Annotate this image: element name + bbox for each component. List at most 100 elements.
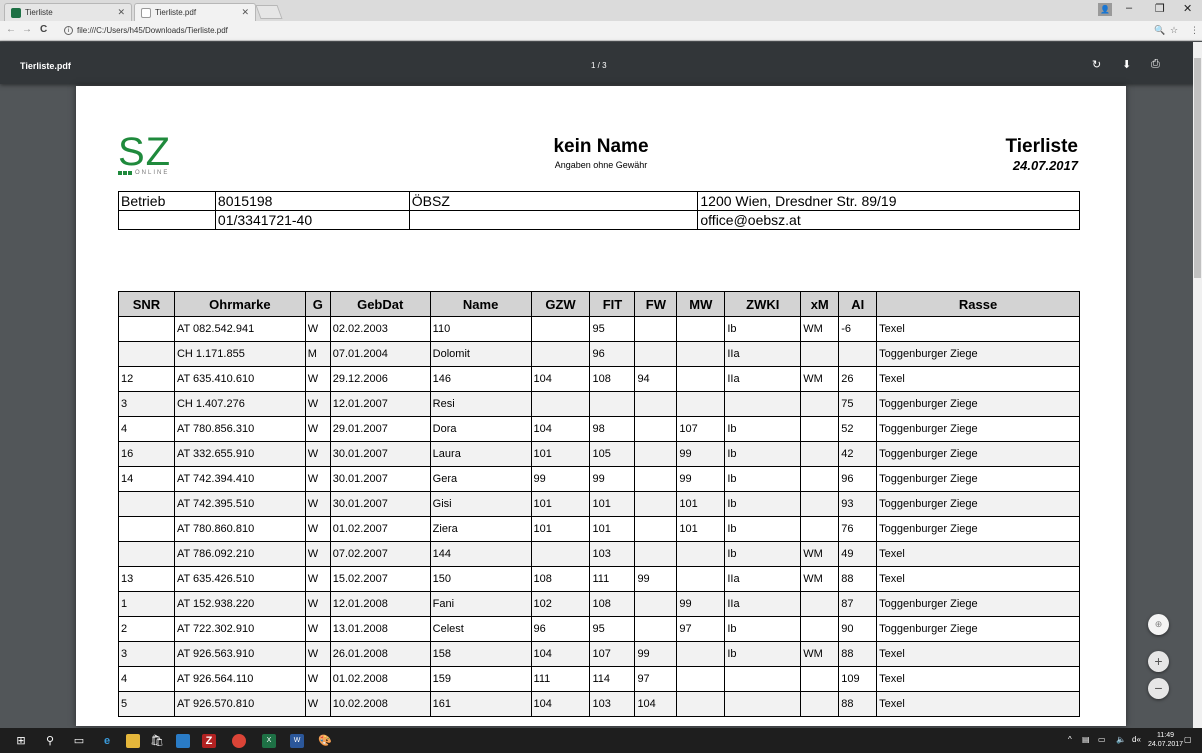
column-header: FW xyxy=(634,291,678,317)
table-cell: CH 1.407.276 xyxy=(173,391,306,417)
logo-subtitle: ONLINE xyxy=(118,170,171,176)
tab-title: Tierliste.pdf xyxy=(155,8,197,17)
owner-name: kein Name xyxy=(553,136,649,157)
search-icon[interactable]: ⚲ xyxy=(43,734,57,748)
minimize-icon[interactable]: – xyxy=(1126,2,1132,14)
table-cell xyxy=(724,691,802,717)
word-icon[interactable]: W xyxy=(290,734,304,748)
print-icon[interactable]: ⎙ xyxy=(1151,58,1160,71)
table-cell: 114 xyxy=(589,666,636,692)
maximize-icon[interactable]: ❐ xyxy=(1155,2,1165,15)
table-cell: Ziera xyxy=(429,516,532,542)
table-cell xyxy=(530,541,591,567)
zoom-icon[interactable]: 🔍 xyxy=(1154,25,1165,36)
scrollbar-thumb[interactable] xyxy=(1194,58,1201,278)
table-row: AT 082.542.941 W 02.02.2003 110 95 Ib WM -6 Texe… xyxy=(118,316,1080,342)
table-cell: 76 xyxy=(838,516,878,542)
edge-icon[interactable]: e xyxy=(100,734,114,748)
excel-icon xyxy=(11,7,21,18)
file-explorer-icon[interactable] xyxy=(126,734,140,748)
vertical-scrollbar[interactable] xyxy=(1193,42,1202,728)
table-cell: Texel xyxy=(876,666,1080,692)
new-tab-button[interactable] xyxy=(255,5,283,19)
pdf-title: Tierliste.pdf xyxy=(20,61,71,71)
store-icon[interactable]: 🛍 xyxy=(150,734,164,748)
star-icon[interactable]: ☆ xyxy=(1170,25,1178,36)
table-cell: W xyxy=(304,416,331,442)
forward-icon[interactable]: → xyxy=(22,24,32,35)
table-cell: AT 722.302.910 xyxy=(173,616,306,642)
volume-icon[interactable]: 🔈 xyxy=(1116,735,1126,744)
table-cell: Fani xyxy=(429,591,532,617)
document-date: 24.07.2017 xyxy=(1012,158,1078,173)
rotate-icon[interactable]: ↻ xyxy=(1092,58,1101,71)
windows-start-icon[interactable]: ⊞ xyxy=(14,734,28,748)
table-cell: W xyxy=(304,391,331,417)
header-right: Tierliste 24.07.2017 xyxy=(1005,136,1078,173)
table-row: 4 AT 926.564.110 W 01.02.2008 159 111 114 97 109… xyxy=(118,666,1080,692)
pdf-page: SZ ONLINE kein Name Angaben ohne Gewähr … xyxy=(76,86,1126,726)
column-header: MW xyxy=(676,291,726,317)
zoom-out-button[interactable]: − xyxy=(1148,678,1169,699)
table-cell: 97 xyxy=(634,666,678,692)
chrome-icon[interactable] xyxy=(232,734,246,748)
task-view-icon[interactable]: ▭ xyxy=(72,734,86,748)
user-icon[interactable]: 👤 xyxy=(1098,3,1112,16)
table-cell: WM xyxy=(800,316,840,342)
filezilla-icon[interactable]: Z xyxy=(202,734,216,748)
table-cell: 07.01.2004 xyxy=(329,341,431,367)
info-icon[interactable]: i xyxy=(64,26,73,36)
close-window-icon[interactable]: ✕ xyxy=(1183,2,1192,15)
table-cell: Toggenburger Ziege xyxy=(876,416,1080,442)
table-cell: 96 xyxy=(838,466,878,492)
table-row: AT 742.395.510 W 30.01.2007 Gisi 101 101 101 Ib… xyxy=(118,491,1080,517)
close-tab-icon[interactable]: ✕ xyxy=(117,7,125,18)
table-cell xyxy=(676,541,726,567)
table-cell xyxy=(118,316,175,342)
reload-icon[interactable]: C xyxy=(40,24,47,35)
table-cell: 102 xyxy=(530,591,591,617)
table-cell: IIa xyxy=(724,566,802,592)
notifications-icon[interactable]: ▢ xyxy=(1184,735,1192,744)
table-cell: 90 xyxy=(838,616,878,642)
table-cell: 12 xyxy=(118,366,175,392)
info-cell: office@oebsz.at xyxy=(697,210,1080,230)
outlook-icon[interactable] xyxy=(176,734,190,748)
excel-icon[interactable]: X xyxy=(262,734,276,748)
url-input[interactable]: i file:///C:/Users/h45/Downloads/Tierlist… xyxy=(64,24,1134,38)
table-cell xyxy=(634,516,678,542)
paint-icon[interactable]: 🎨 xyxy=(318,734,332,748)
tab-tierliste-pdf[interactable]: Tierliste.pdf ✕ xyxy=(134,3,256,21)
table-cell: 93 xyxy=(838,491,878,517)
table-cell: AT 742.395.510 xyxy=(173,491,306,517)
info-cell: 8015198 xyxy=(214,191,410,211)
table-cell: Toggenburger Ziege xyxy=(876,441,1080,467)
table-cell: 96 xyxy=(530,616,591,642)
table-cell xyxy=(530,316,591,342)
back-icon[interactable]: ← xyxy=(6,24,16,35)
menu-icon[interactable]: ⋮ xyxy=(1190,25,1199,36)
battery-icon[interactable]: ▭ xyxy=(1098,735,1106,744)
table-cell: Texel xyxy=(876,691,1080,717)
table-cell: 01.02.2007 xyxy=(329,516,431,542)
info-cell: Betrieb xyxy=(118,191,216,211)
table-cell: 4 xyxy=(118,666,175,692)
table-cell: 95 xyxy=(589,316,636,342)
table-cell: Gera xyxy=(429,466,532,492)
fit-page-button[interactable]: ⊕ xyxy=(1148,614,1169,635)
tab-tierliste[interactable]: Tierliste ✕ xyxy=(4,3,132,21)
language-icon[interactable]: d« xyxy=(1132,735,1141,744)
table-cell: 30.01.2007 xyxy=(329,441,431,467)
tray-chevron-icon[interactable]: ^ xyxy=(1068,735,1072,744)
network-icon[interactable]: ▤ xyxy=(1082,735,1090,744)
table-cell: 101 xyxy=(676,516,726,542)
download-icon[interactable]: ⬇ xyxy=(1122,58,1131,71)
zoom-in-button[interactable]: + xyxy=(1148,651,1169,672)
column-header: FIT xyxy=(589,291,636,317)
table-cell: 158 xyxy=(429,641,532,667)
close-tab-icon[interactable]: ✕ xyxy=(241,7,249,18)
table-cell: 99 xyxy=(676,466,726,492)
table-cell: 1 xyxy=(118,591,175,617)
clock[interactable]: 11:49 24.07.2017 xyxy=(1148,731,1183,749)
table-row: 3 CH 1.407.276 W 12.01.2007 Resi 75 Toggenburg… xyxy=(118,391,1080,417)
